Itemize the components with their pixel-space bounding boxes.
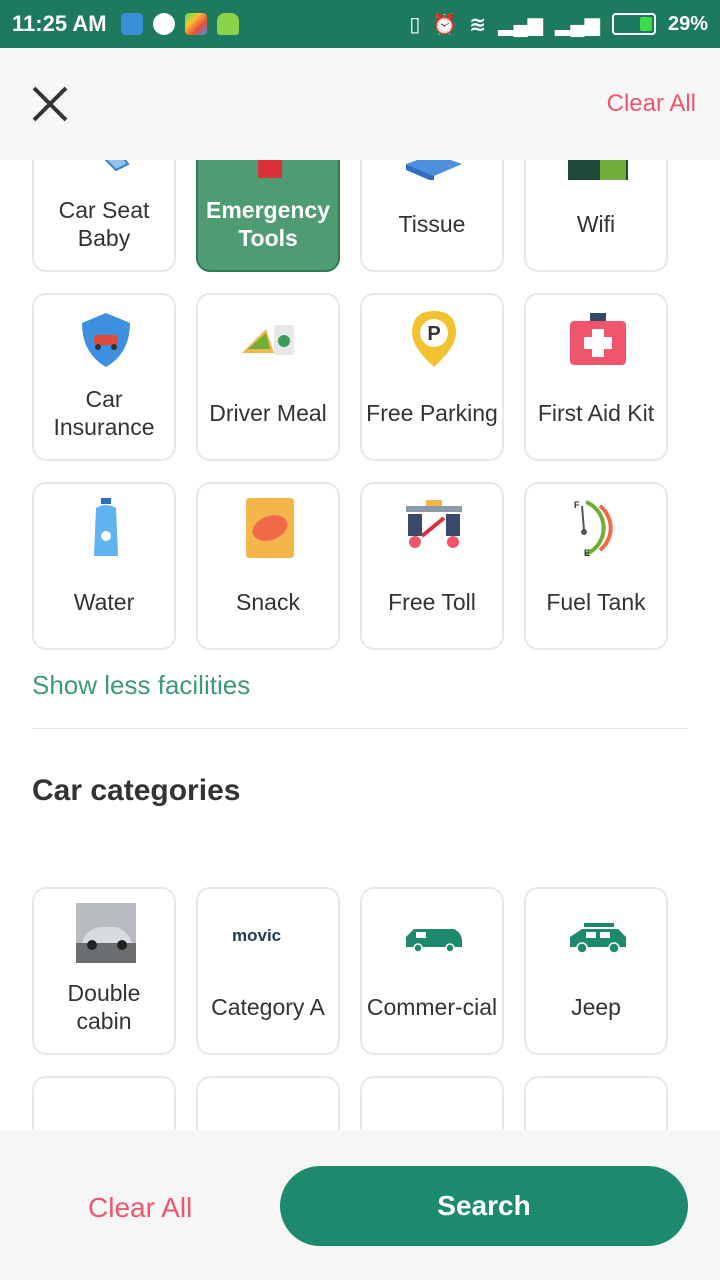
- search-button[interactable]: Search: [280, 1166, 688, 1246]
- facility-row-2: Car Insurance Driver Meal P Free Parking…: [32, 293, 668, 461]
- facility-label: First Aid Kit: [537, 400, 655, 426]
- category-label: Commer-cial: [366, 994, 498, 1020]
- first-aid-icon: [570, 313, 626, 365]
- clear-all-button[interactable]: Clear All: [88, 1192, 192, 1224]
- facility-driver-meal[interactable]: Driver Meal: [196, 293, 340, 461]
- car-categories-title: Car categories: [32, 774, 241, 807]
- wifi-icon: ≋: [469, 13, 487, 36]
- facility-label: Free Parking: [366, 400, 498, 426]
- signal-2-icon: ▂▄▆: [555, 13, 600, 36]
- system-icons: ▯ ⏰ ≋ ▂▄▆ ▂▄▆ 29%: [409, 12, 708, 37]
- snack-icon: [246, 498, 294, 558]
- alarm-icon: ⏰: [432, 13, 458, 36]
- van-icon: [406, 929, 462, 953]
- facility-label: Emergency Tools: [205, 197, 330, 251]
- category-jeep[interactable]: Jeep: [524, 887, 668, 1055]
- facility-label: Snack: [236, 589, 300, 615]
- filter-footer: Clear All Search: [0, 1130, 720, 1280]
- car-seat-icon: [104, 160, 130, 172]
- svg-text:P: P: [427, 323, 440, 345]
- facility-wifi[interactable]: Wifi: [524, 160, 668, 272]
- facility-label: Water: [73, 589, 135, 615]
- fuel-gauge-icon: FE: [574, 500, 613, 558]
- facility-free-toll[interactable]: Free Toll: [360, 482, 504, 650]
- category-double-cabin[interactable]: Double cabin: [32, 887, 176, 1055]
- facility-label: Free Toll: [388, 589, 476, 615]
- water-bottle-icon: [94, 498, 118, 556]
- facility-first-aid-kit[interactable]: First Aid Kit: [524, 293, 668, 461]
- svg-text:movic: movic: [232, 926, 281, 945]
- sedan-icon: [76, 1092, 136, 1130]
- bus-icon: [240, 1092, 300, 1130]
- facility-label: Car Seat Baby: [58, 197, 150, 251]
- facility-row-3: Water Snack Free Toll FE Fuel Tank: [32, 482, 668, 650]
- category-label: Jeep: [571, 994, 621, 1020]
- parking-pin-icon: P: [412, 311, 456, 367]
- category-sedan[interactable]: [32, 1076, 176, 1130]
- android-icon: [216, 13, 239, 35]
- car-photo-icon: [76, 903, 136, 963]
- category-a[interactable]: movic Category A: [196, 887, 340, 1055]
- battery-percent: 29%: [667, 12, 708, 35]
- facility-snack[interactable]: Snack: [196, 482, 340, 650]
- truck-icon: [404, 1092, 464, 1130]
- toll-gate-icon: [406, 500, 462, 548]
- facility-emergency-tools[interactable]: Emergency Tools: [196, 160, 340, 272]
- facility-label: Tissue: [398, 211, 466, 237]
- hatchback-icon: [568, 1092, 628, 1130]
- section-divider: [32, 728, 688, 729]
- category-label: Category A: [211, 994, 325, 1020]
- facility-free-parking[interactable]: P Free Parking: [360, 293, 504, 461]
- category-bus[interactable]: [196, 1076, 340, 1130]
- facility-label: Fuel Tank: [546, 589, 646, 615]
- insurance-shield-icon: [82, 313, 130, 367]
- category-label: Double cabin: [67, 980, 141, 1034]
- toolbox-icon: [258, 160, 282, 178]
- meal-icon: [242, 325, 294, 355]
- battery-icon: [611, 13, 656, 35]
- svg-text:E: E: [584, 548, 590, 558]
- facility-car-seat-baby[interactable]: Car Seat Baby: [32, 160, 176, 272]
- vibrate-icon: ▯: [409, 13, 421, 36]
- facility-label: Driver Meal: [209, 400, 327, 426]
- notification-icons: [120, 13, 239, 35]
- shield-app-icon: [152, 13, 175, 35]
- tissue-box-icon: [406, 160, 462, 180]
- close-icon[interactable]: [28, 82, 72, 126]
- facility-label: Car Insurance: [53, 386, 155, 440]
- svg-text:F: F: [574, 500, 580, 510]
- jeep-icon: [570, 923, 626, 954]
- facility-car-insurance[interactable]: Car Insurance: [32, 293, 176, 461]
- category-commercial[interactable]: Commer-cial: [360, 887, 504, 1055]
- status-bar: 11:25 AM ▯ ⏰ ≋ ▂▄▆ ▂▄▆ 29%: [0, 0, 720, 48]
- car-category-row-1: Double cabin movic Category A Commer-cia…: [32, 887, 668, 1055]
- filter-content: Car Seat Baby Emergency Tools Tissue Wif…: [0, 160, 720, 1130]
- signal-icon: ▂▄▆: [498, 13, 544, 36]
- facility-row-1: Car Seat Baby Emergency Tools Tissue Wif…: [32, 160, 668, 272]
- status-time: 11:25 AM: [12, 11, 107, 36]
- facility-fuel-tank[interactable]: FE Fuel Tank: [524, 482, 668, 650]
- facility-water[interactable]: Water: [32, 482, 176, 650]
- facility-tissue[interactable]: Tissue: [360, 160, 504, 272]
- clear-all-link[interactable]: Clear All: [607, 90, 696, 118]
- facility-label: Wifi: [576, 211, 616, 237]
- category-hatchback[interactable]: [524, 1076, 668, 1130]
- category-truck[interactable]: [360, 1076, 504, 1130]
- wifi-sign-icon: [568, 160, 628, 180]
- car-category-row-2: [32, 1076, 668, 1130]
- filter-header: Clear All: [0, 48, 720, 160]
- movic-logo: movic: [232, 926, 281, 945]
- show-less-facilities-link[interactable]: Show less facilities: [32, 670, 250, 701]
- play-store-icon: [184, 13, 207, 35]
- usb-icon: [120, 13, 143, 35]
